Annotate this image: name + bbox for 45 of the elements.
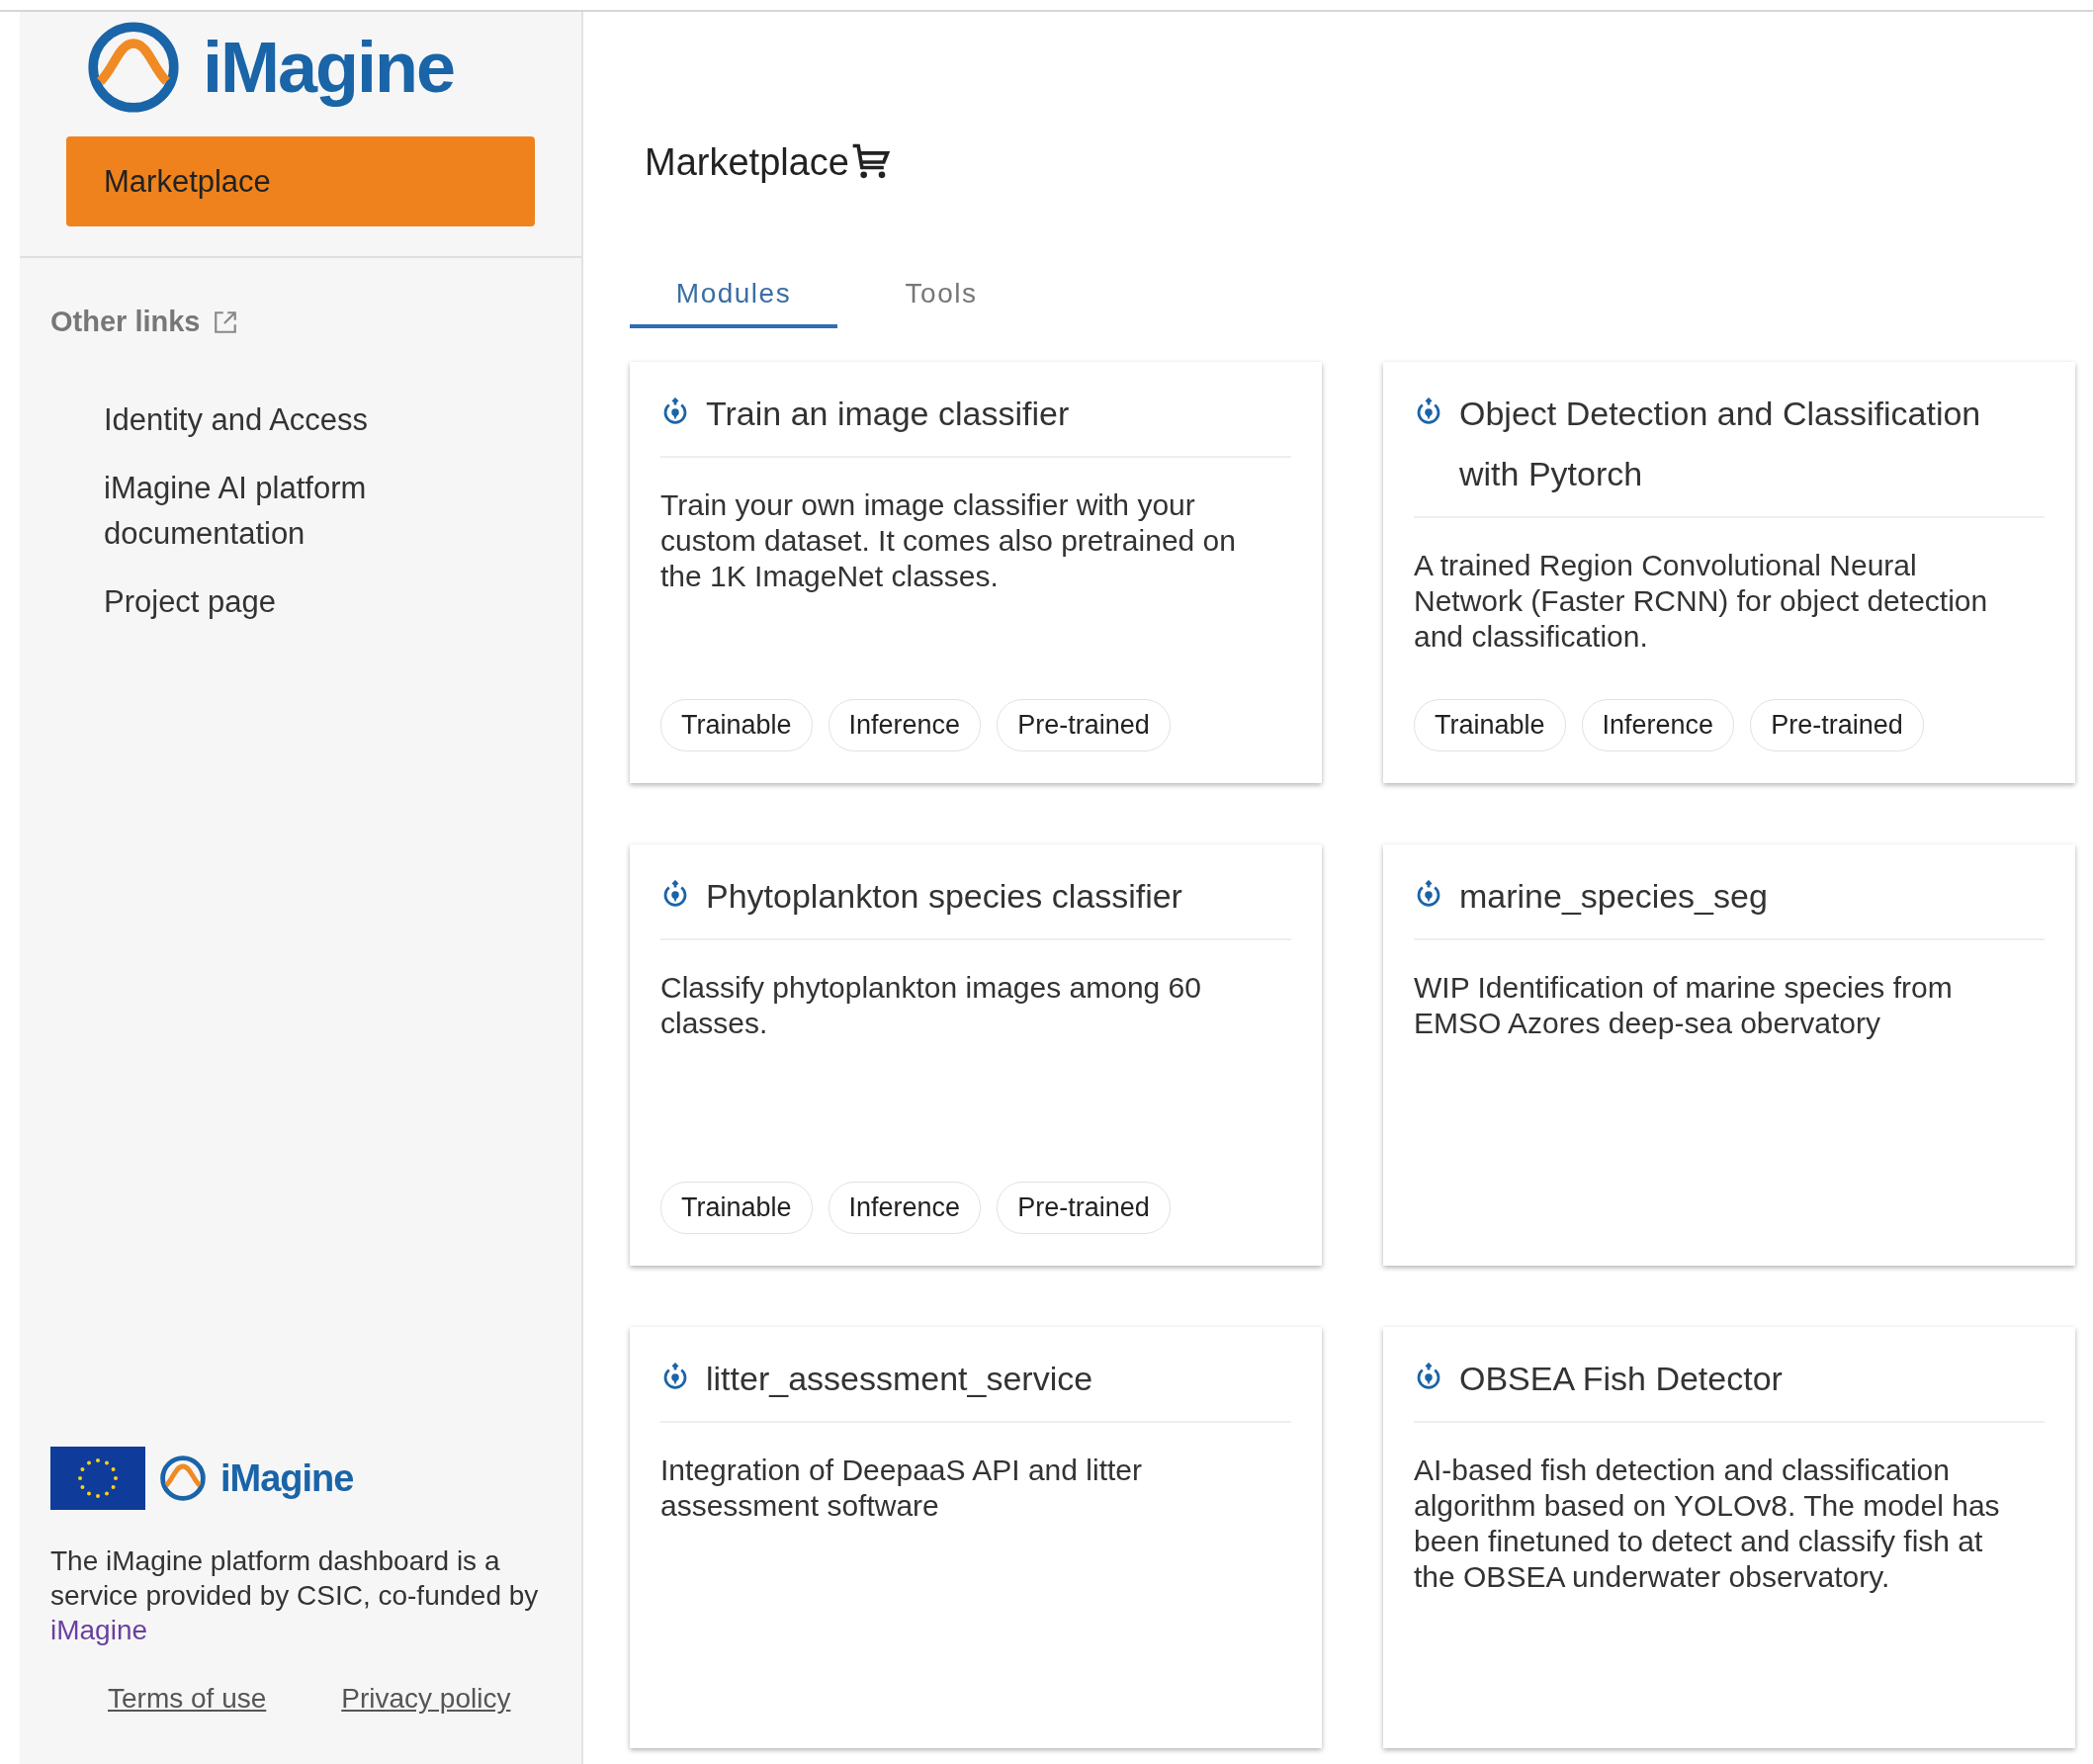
module-card[interactable]: OBSEA Fish Detector AI-based fish detection and classification algorithm based on YOLOv8. The model has been finetuned to detect and classify fish at the OBSEA underwater observatory.	[1383, 1327, 2075, 1748]
external-link-icon	[212, 309, 238, 335]
sidebar-link[interactable]: iMagine AI platform documentation	[104, 465, 420, 558]
flag-icon	[50, 1447, 145, 1510]
logo-text: iMagine	[203, 27, 455, 108]
logo-icon	[159, 1455, 207, 1502]
module-card[interactable]: marine_species_seg WIP Identification of marine species from EMSO Azores deep-sea obervatory	[1383, 844, 2075, 1266]
module-card[interactable]: litter_assessment_service Integration of DeepaaS API and litter assessment software	[630, 1327, 1322, 1748]
tag-chip: Inference	[828, 1182, 982, 1234]
sidebar-link[interactable]: Identity and Access	[104, 397, 420, 444]
footer-link[interactable]: Terms of use	[108, 1683, 267, 1715]
logo-icon	[86, 20, 181, 115]
card-title: litter_assessment_service	[706, 1359, 1093, 1399]
card-description: Classify phytoplankton images among 60 classes.	[660, 970, 1202, 1042]
tag-chip: Pre-trained	[997, 1182, 1171, 1234]
module-card[interactable]: Object Detection and Classification with Pytorch A trained Region Convolutional Neural Network (Faster RCNN) for object detection and classification. Trainable Inference Pre-trained	[1383, 362, 2075, 783]
tag-chip: Inference	[1581, 699, 1735, 751]
card-description: AI-based fish detection and classification algorithm based on YOLOv8. The model has been finetuned to detect and classify fish at the OBSEA underwater observatory.	[1414, 1453, 2001, 1596]
module-card[interactable]: Train an image classifier Train your own image classifier with your custom dataset. It comes also pretrained on the 1K ImageNet classes. Trainable Inference Pre-trained	[630, 362, 1322, 783]
card-description: Integration of DeepaaS API and litter assessment software	[660, 1453, 1143, 1525]
card-title: marine_species_seg	[1459, 876, 1768, 917]
section-heading: Other links	[50, 306, 201, 338]
card-description: Train your own image classifier with your custom dataset. It comes also pretrained on the 1K ImageNet classes.	[660, 487, 1237, 595]
module-card[interactable]: Phytoplankton species classifier Classify phytoplankton images among 60 classes. Trainable Inference Pre-trained	[630, 844, 1322, 1266]
card-title: OBSEA Fish Detector	[1459, 1359, 1783, 1399]
card-title: Object Detection and Classification with Pytorch	[1459, 394, 1982, 495]
nav-button[interactable]: Marketplace	[66, 136, 535, 226]
tab[interactable]: Modules	[630, 263, 837, 328]
sidebar-link[interactable]: Project page	[104, 578, 420, 625]
logo-text: iMagine	[220, 1456, 354, 1500]
tag-chip: Pre-trained	[1750, 699, 1924, 751]
tag-chip: Trainable	[660, 1182, 813, 1234]
card-description: A trained Region Convolutional Neural Network (Faster RCNN) for object detection and classification.	[1414, 548, 1989, 656]
tag-chip: Inference	[828, 699, 982, 751]
tag-chip: Trainable	[1414, 699, 1566, 751]
footer-link[interactable]: iMagine	[50, 1615, 148, 1645]
tag-chip: Pre-trained	[997, 699, 1171, 751]
card-description: WIP Identification of marine species from EMSO Azores deep-sea obervatory	[1414, 970, 1954, 1042]
card-title: Train an image classifier	[706, 394, 1070, 434]
tag-chip: Trainable	[660, 699, 813, 751]
tab[interactable]: Tools	[837, 263, 1045, 328]
page-title: Marketplace	[645, 140, 849, 184]
footer-link[interactable]: Privacy policy	[341, 1683, 511, 1715]
footer-text: The iMagine platform dashboard is a service provided by CSIC, co-funded by iMagine	[50, 1544, 540, 1647]
card-title: Phytoplankton species classifier	[706, 876, 1182, 917]
